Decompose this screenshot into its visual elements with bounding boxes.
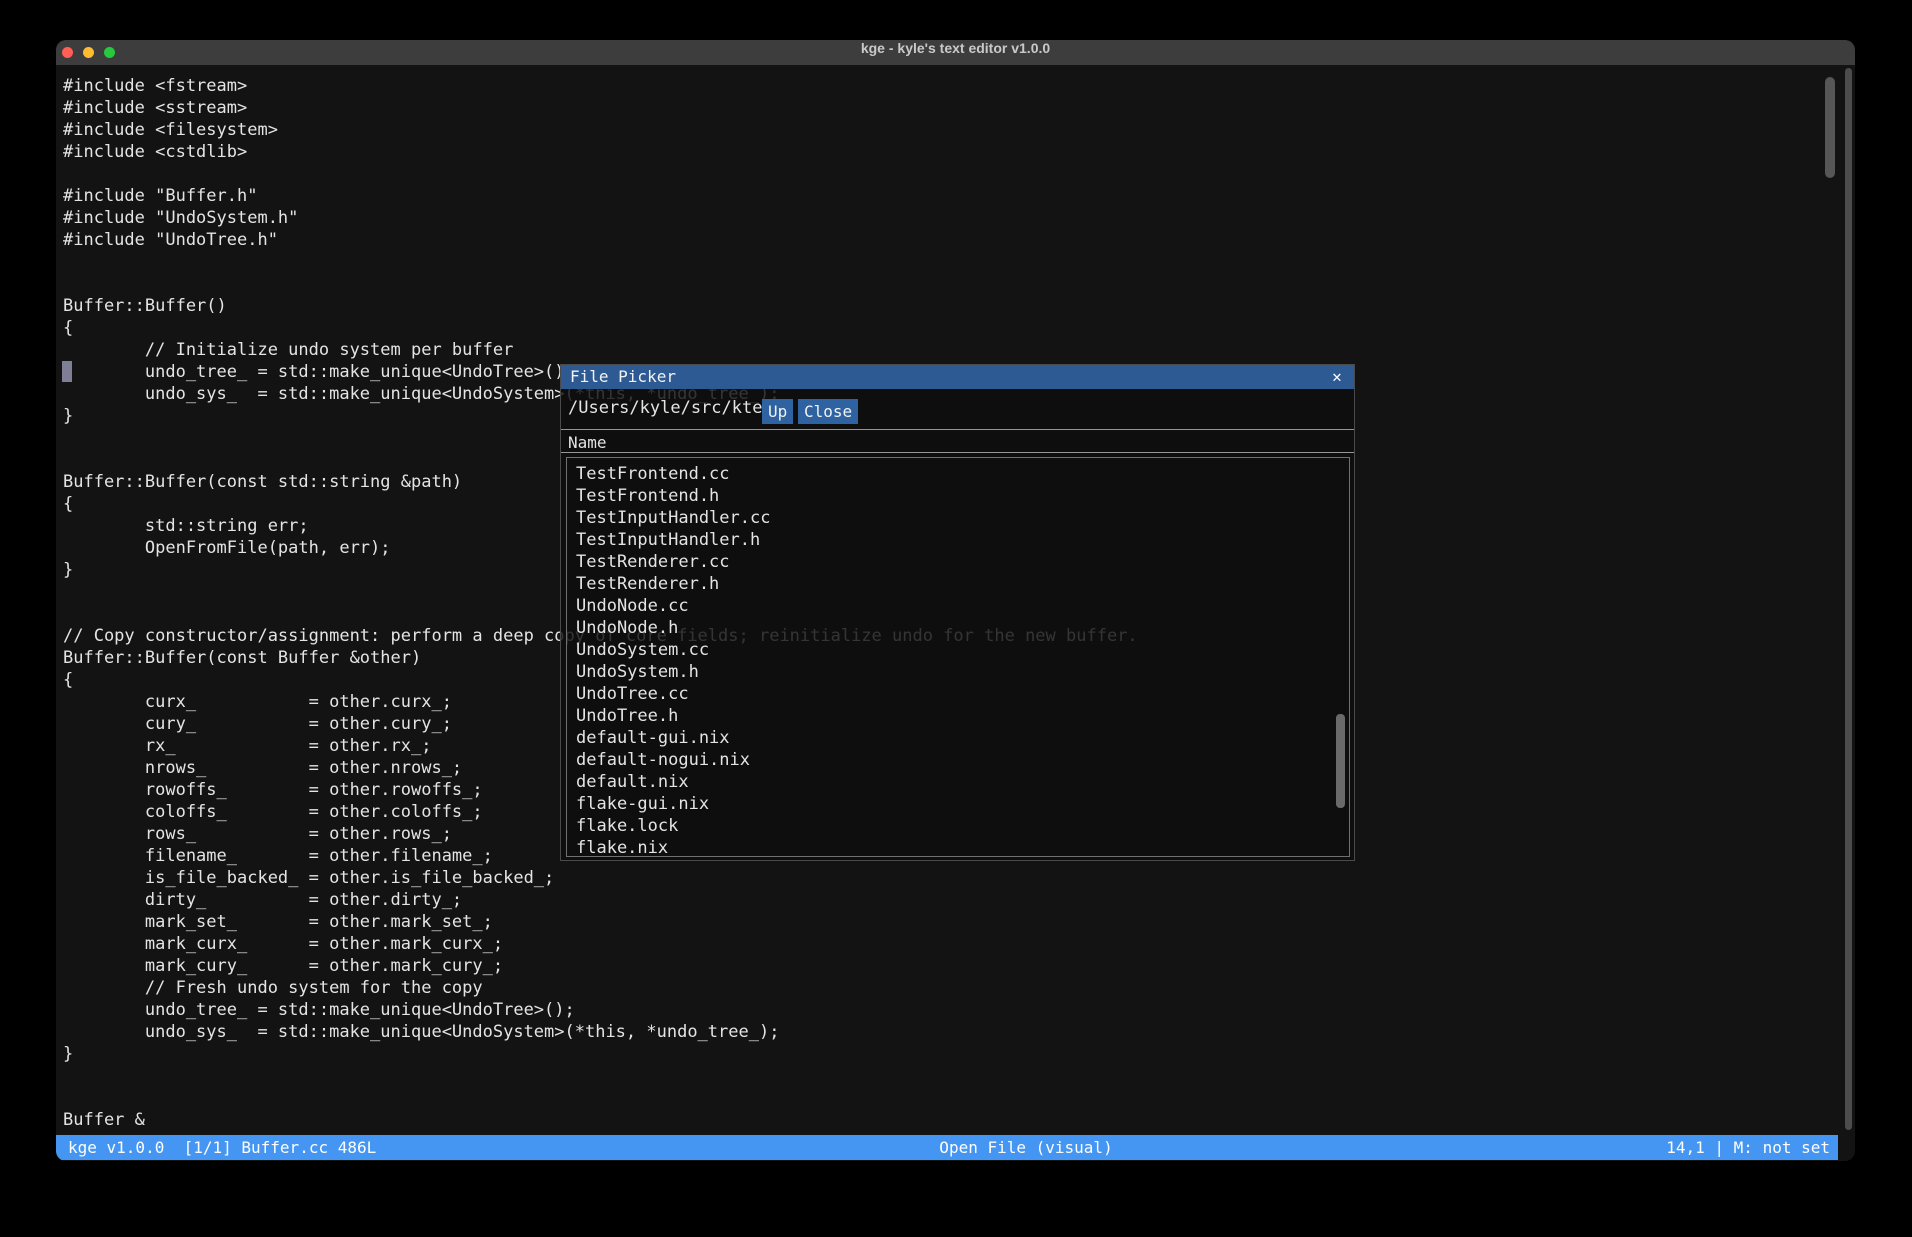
- window-titlebar: kge - kyle's text editor v1.0.0: [56, 40, 1855, 65]
- status-cursor-position: 14,1 | M: not set: [1666, 1135, 1830, 1160]
- file-item[interactable]: TestFrontend.cc: [567, 463, 1349, 485]
- file-item[interactable]: default-nogui.nix: [567, 749, 1349, 771]
- file-rows: TestFrontend.ccTestFrontend.hTestInputHa…: [567, 463, 1349, 859]
- file-item[interactable]: UndoSystem.h: [567, 661, 1349, 683]
- file-item[interactable]: default.nix: [567, 771, 1349, 793]
- file-picker-dialog: File Picker ✕ /Users/kyle/src/kte Up Clo…: [560, 364, 1355, 861]
- column-header-name: Name: [568, 433, 607, 452]
- file-item[interactable]: TestFrontend.h: [567, 485, 1349, 507]
- file-item[interactable]: flake.nix: [567, 837, 1349, 859]
- file-item[interactable]: TestRenderer.h: [567, 573, 1349, 595]
- header-divider: [561, 429, 1354, 430]
- current-path: /Users/kyle/src/kte: [568, 397, 762, 419]
- file-item[interactable]: UndoTree.h: [567, 705, 1349, 727]
- file-item[interactable]: TestInputHandler.h: [567, 529, 1349, 551]
- file-item[interactable]: UndoNode.h: [567, 617, 1349, 639]
- file-item[interactable]: default-gui.nix: [567, 727, 1349, 749]
- file-item[interactable]: flake-gui.nix: [567, 793, 1349, 815]
- dialog-close-icon[interactable]: ✕: [1328, 365, 1346, 389]
- file-item[interactable]: UndoTree.cc: [567, 683, 1349, 705]
- file-item[interactable]: TestRenderer.cc: [567, 551, 1349, 573]
- file-list: TestFrontend.ccTestFrontend.hTestInputHa…: [566, 457, 1350, 857]
- editor-scrollbar-thumb[interactable]: [1825, 77, 1835, 178]
- window-scrollbar-track[interactable]: [1845, 68, 1852, 1130]
- file-list-scrollbar-thumb[interactable]: [1336, 714, 1345, 808]
- file-item[interactable]: flake.lock: [567, 815, 1349, 837]
- file-picker-title: File Picker: [570, 365, 676, 389]
- file-item[interactable]: TestInputHandler.cc: [567, 507, 1349, 529]
- up-button[interactable]: Up: [762, 399, 793, 424]
- close-button[interactable]: Close: [798, 399, 858, 424]
- file-picker-titlebar[interactable]: File Picker ✕: [561, 365, 1354, 389]
- status-mode: Open File (visual): [939, 1135, 1112, 1160]
- status-version-file: kge v1.0.0 [1/1] Buffer.cc 486L: [68, 1135, 376, 1160]
- text-cursor: [62, 361, 72, 382]
- app-window: #include <fstream> #include <sstream> #i…: [56, 40, 1855, 1161]
- file-item[interactable]: UndoSystem.cc: [567, 639, 1349, 661]
- status-bar: kge v1.0.0 [1/1] Buffer.cc 486L Open Fil…: [56, 1135, 1838, 1160]
- column-divider: [561, 452, 1354, 453]
- window-title: kge - kyle's text editor v1.0.0: [56, 40, 1855, 65]
- file-item[interactable]: UndoNode.cc: [567, 595, 1349, 617]
